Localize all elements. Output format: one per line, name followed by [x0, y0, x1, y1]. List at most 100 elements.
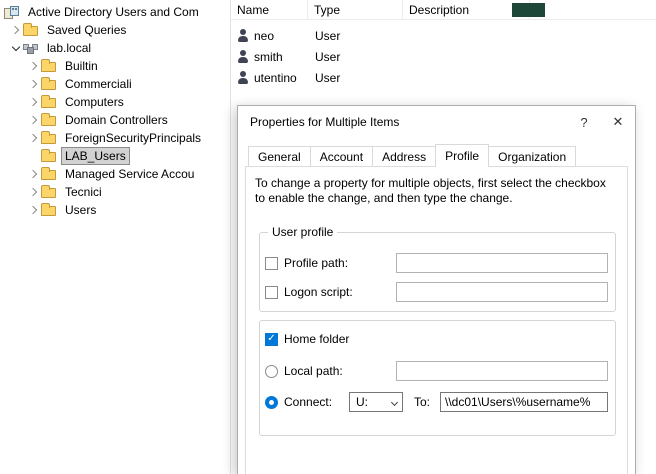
- tree-item-label: Tecnici: [61, 183, 106, 201]
- user-profile-caption: User profile: [268, 225, 337, 239]
- home-folder-group: ✓ Home folder Local path: Connect: U: To…: [259, 320, 616, 436]
- home-folder-label: Home folder: [284, 332, 396, 346]
- logon-script-checkbox[interactable]: [265, 286, 278, 299]
- tree-item-label: Active Directory Users and Com: [24, 3, 203, 21]
- connect-radio[interactable]: [265, 396, 278, 409]
- cell-name: utentino: [231, 71, 308, 85]
- tree-item-root[interactable]: Active Directory Users and Com: [0, 3, 230, 21]
- local-path-row: Local path:: [265, 361, 608, 381]
- user-profile-group: User profile Profile path: Logon script:: [259, 232, 616, 312]
- console-tree: Active Directory Users and Com Saved Que…: [0, 0, 231, 474]
- tree-item-foreign-security-principals[interactable]: ForeignSecurityPrincipals: [0, 129, 230, 147]
- list-header: Name Type Description: [231, 0, 656, 20]
- tree-item-label: Managed Service Accou: [61, 165, 198, 183]
- folder-icon: [41, 116, 56, 126]
- directory-icon: [4, 6, 19, 19]
- chevron-right-icon[interactable]: [26, 77, 41, 92]
- home-folder-checkbox[interactable]: ✓: [265, 333, 278, 346]
- tab-address[interactable]: Address: [372, 146, 436, 166]
- help-button[interactable]: ?: [567, 107, 601, 138]
- connect-path-input[interactable]: [440, 392, 608, 412]
- close-button[interactable]: ✕: [601, 107, 635, 138]
- chevron-spacer: [26, 149, 41, 164]
- folder-icon: [41, 152, 56, 162]
- properties-dialog: Properties for Multiple Items ? ✕ Genera…: [237, 105, 636, 474]
- profile-path-row: Profile path:: [265, 253, 608, 273]
- chevron-right-icon[interactable]: [26, 167, 41, 182]
- tree-item-label: Builtin: [61, 57, 102, 75]
- column-header-type[interactable]: Type: [308, 0, 403, 19]
- chevron-right-icon[interactable]: [8, 23, 23, 38]
- tree-item-label: LAB_Users: [61, 147, 130, 165]
- tab-general[interactable]: General: [248, 146, 311, 166]
- folder-icon: [23, 26, 38, 36]
- tree-item-managed-service-accounts[interactable]: Managed Service Accou: [0, 165, 230, 183]
- list-item-smith[interactable]: smith User: [231, 46, 656, 67]
- chevron-down-icon[interactable]: [8, 41, 23, 56]
- profile-path-label: Profile path:: [284, 256, 396, 270]
- chevron-right-icon[interactable]: [26, 95, 41, 110]
- chevron-right-icon[interactable]: [26, 113, 41, 128]
- chevron-right-icon[interactable]: [26, 203, 41, 218]
- folder-icon: [41, 170, 56, 180]
- tree-item-commerciali[interactable]: Commerciali: [0, 75, 230, 93]
- tree-item-builtin[interactable]: Builtin: [0, 57, 230, 75]
- tree-item-label: lab.local: [43, 39, 95, 57]
- list-item-utentino[interactable]: utentino User: [231, 67, 656, 88]
- connect-label: Connect:: [284, 395, 349, 409]
- user-icon: [237, 71, 249, 84]
- list-item-neo[interactable]: neo User: [231, 25, 656, 46]
- list-rows: neo User smith User utentino User: [231, 20, 656, 88]
- connect-row: Connect: U: To:: [265, 392, 608, 412]
- tree-item-label: Domain Controllers: [61, 111, 172, 129]
- user-name: utentino: [254, 71, 297, 85]
- tree-item-saved-queries[interactable]: Saved Queries: [0, 21, 230, 39]
- cell-name: smith: [231, 50, 308, 64]
- logon-script-label: Logon script:: [284, 285, 396, 299]
- tab-strip: General Account Address Profile Organiza…: [248, 146, 575, 167]
- drive-letter-value: U:: [356, 395, 368, 409]
- dialog-title: Properties for Multiple Items: [238, 115, 567, 129]
- folder-icon: [41, 62, 56, 72]
- tree-item-domain-controllers[interactable]: Domain Controllers: [0, 111, 230, 129]
- tree-item-users[interactable]: Users: [0, 201, 230, 219]
- tree-item-label: Saved Queries: [43, 21, 130, 39]
- dialog-titlebar: Properties for Multiple Items ? ✕: [238, 106, 635, 138]
- local-path-radio[interactable]: [265, 365, 278, 378]
- folder-icon: [41, 188, 56, 198]
- logon-script-input[interactable]: [396, 282, 608, 302]
- tree-item-tecnici[interactable]: Tecnici: [0, 183, 230, 201]
- drive-letter-dropdown[interactable]: U:: [349, 392, 403, 412]
- to-label: To:: [414, 395, 436, 409]
- aduc-window: Active Directory Users and Com Saved Que…: [0, 0, 656, 474]
- column-header-name[interactable]: Name: [231, 0, 308, 19]
- user-name: neo: [254, 29, 274, 43]
- chevron-right-icon[interactable]: [26, 131, 41, 146]
- cell-type: User: [308, 50, 403, 64]
- local-path-input[interactable]: [396, 361, 608, 381]
- profile-tab-content: To change a property for multiple object…: [245, 166, 628, 474]
- domain-icon: [23, 42, 38, 54]
- tab-account[interactable]: Account: [310, 146, 373, 166]
- tree-item-label: Computers: [61, 93, 128, 111]
- folder-icon: [41, 98, 56, 108]
- tree-item-lab-users[interactable]: LAB_Users: [0, 147, 230, 165]
- profile-path-input[interactable]: [396, 253, 608, 273]
- chevron-right-icon[interactable]: [26, 59, 41, 74]
- tree-item-label: Users: [61, 201, 100, 219]
- tree-item-label: Commerciali: [61, 75, 136, 93]
- cell-type: User: [308, 71, 403, 85]
- home-folder-row: ✓ Home folder: [265, 329, 608, 349]
- tree-item-computers[interactable]: Computers: [0, 93, 230, 111]
- tree-item-label: ForeignSecurityPrincipals: [61, 129, 205, 147]
- cell-name: neo: [231, 29, 308, 43]
- tab-profile[interactable]: Profile: [435, 144, 489, 167]
- profile-path-checkbox[interactable]: [265, 257, 278, 270]
- chevron-right-icon[interactable]: [26, 185, 41, 200]
- cell-type: User: [308, 29, 403, 43]
- tab-organization[interactable]: Organization: [488, 146, 576, 166]
- tree-item-lab-local[interactable]: lab.local: [0, 39, 230, 57]
- column-header-description[interactable]: Description: [403, 0, 530, 19]
- intro-text: To change a property for multiple object…: [255, 176, 613, 206]
- user-name: smith: [254, 50, 283, 64]
